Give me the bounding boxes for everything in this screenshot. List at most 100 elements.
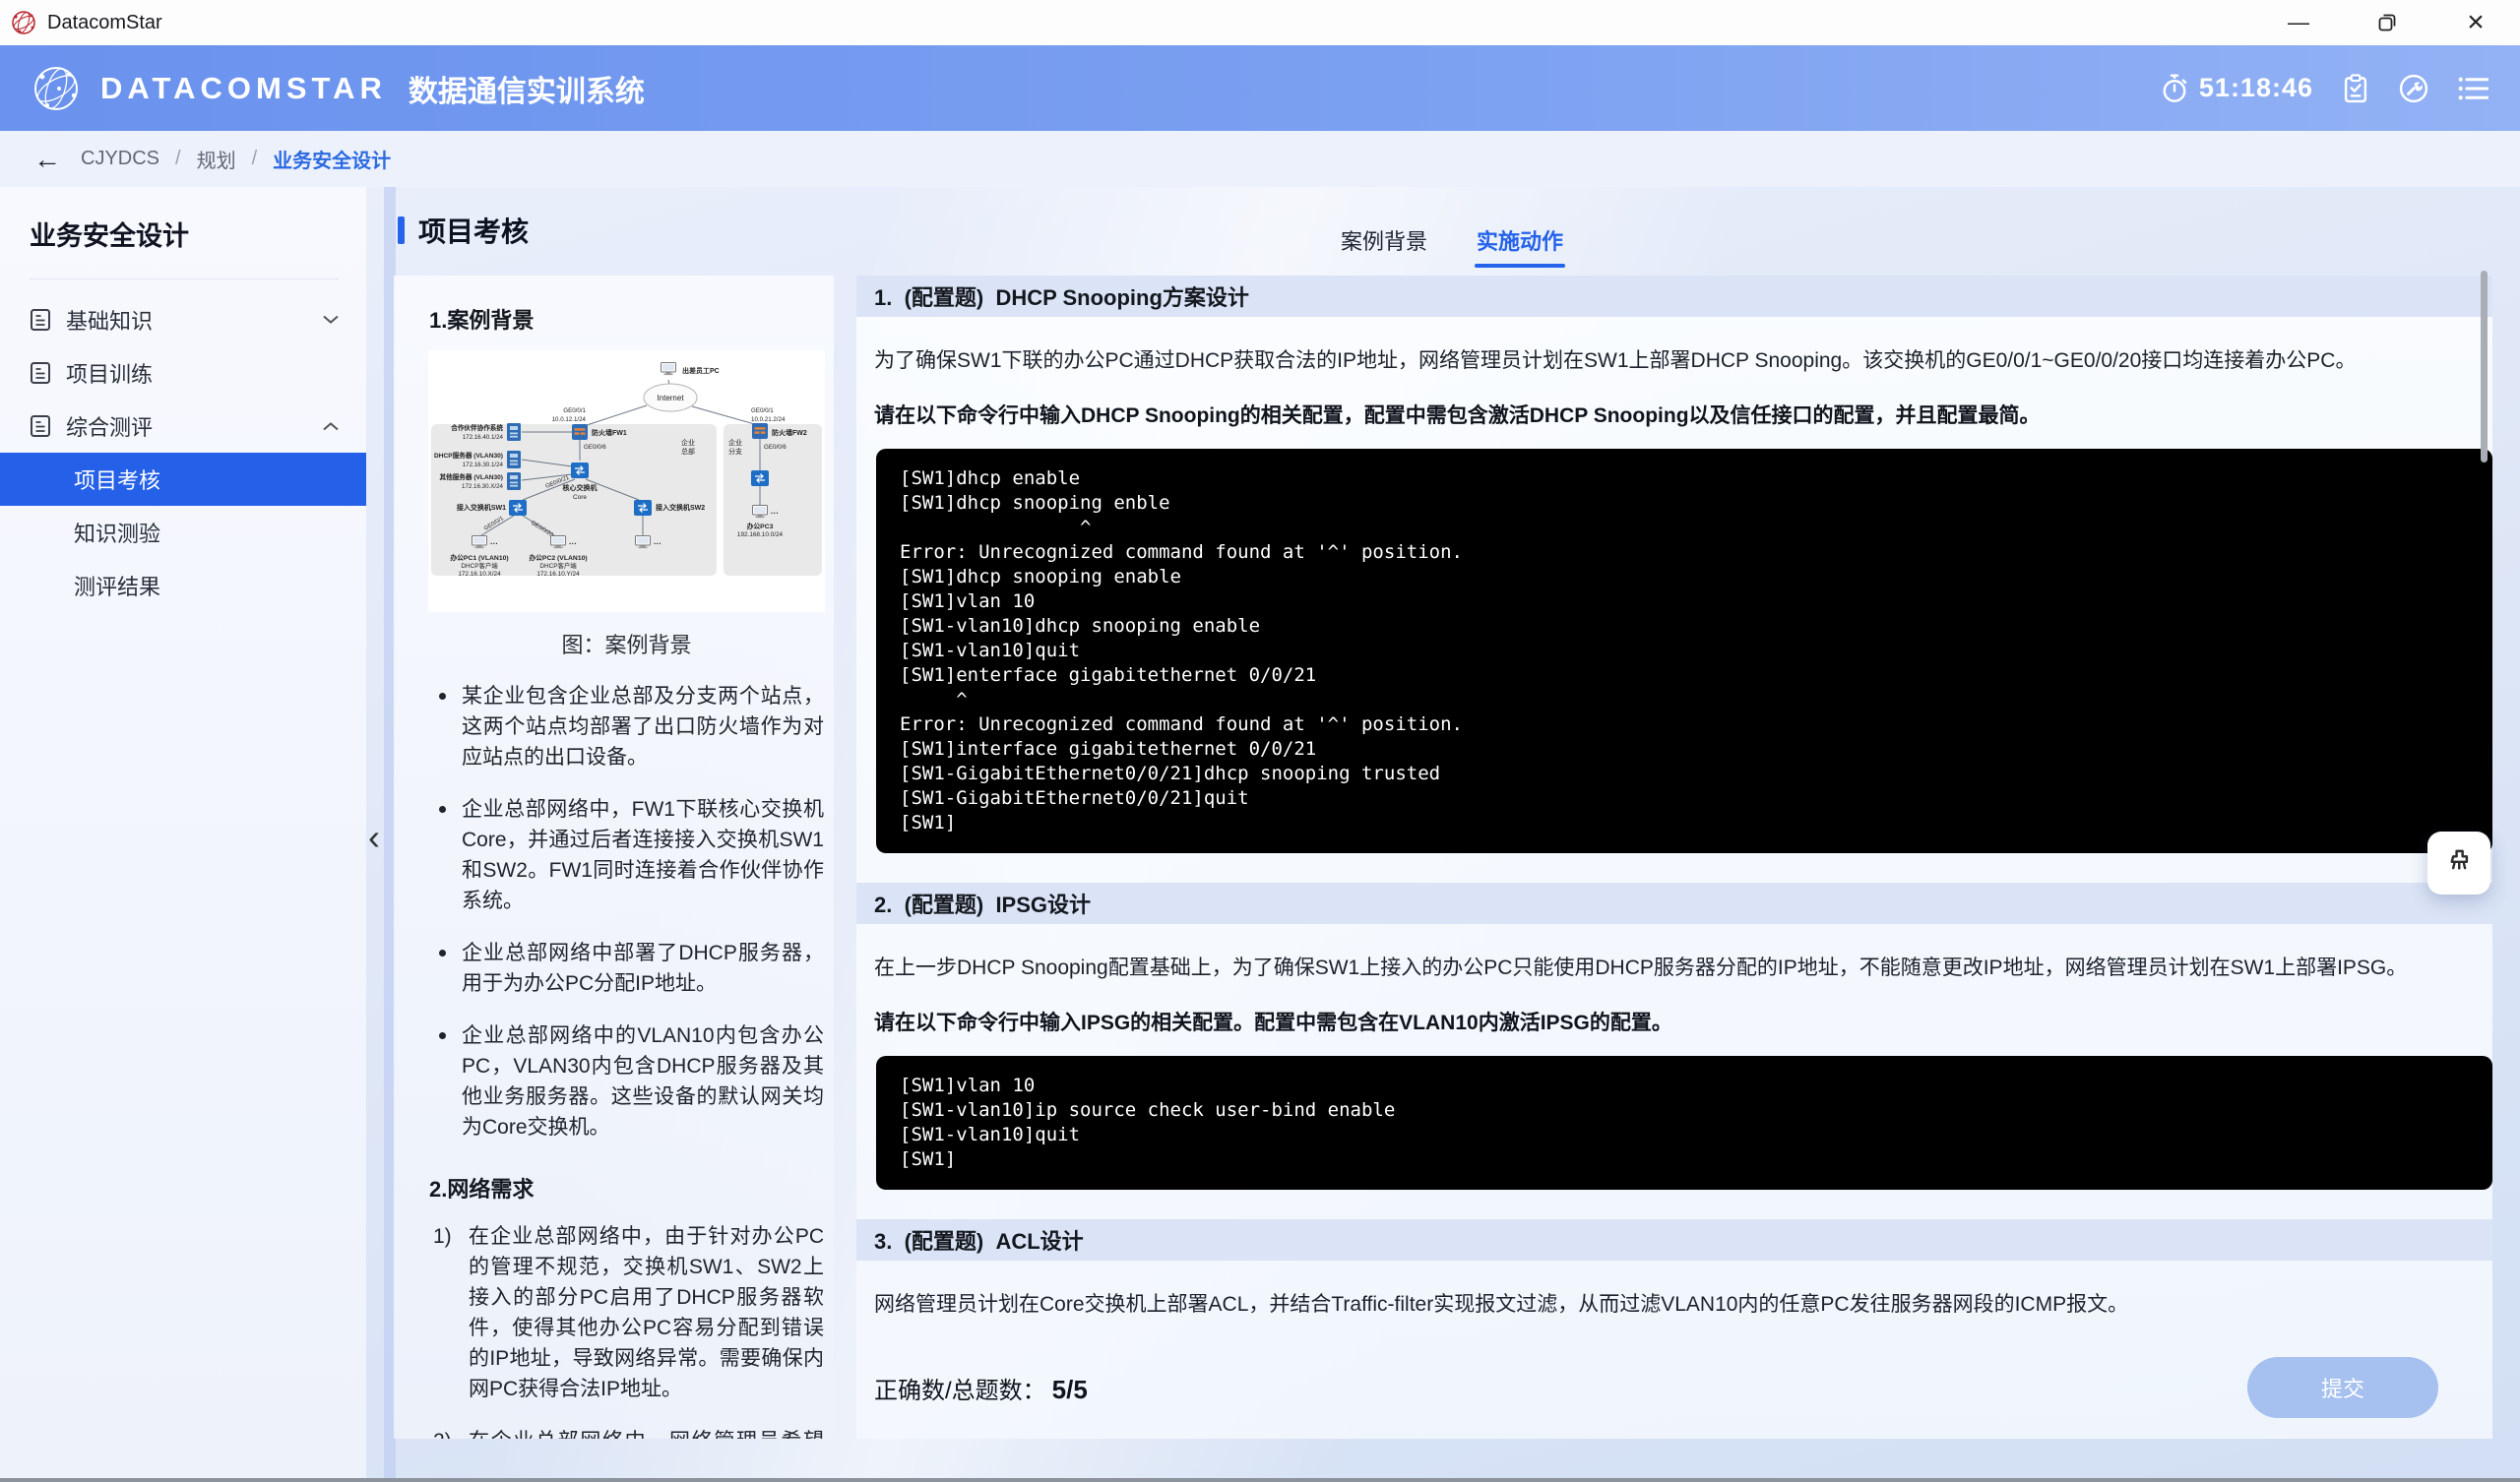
sw1-icon <box>509 500 527 516</box>
case-bullet-list: 某企业包含企业总部及分支两个站点，这两个站点均部署了出口防火墙作为对应站点的出口… <box>437 681 824 1142</box>
broom-icon <box>2442 846 2476 880</box>
pc2-dots: ··· <box>569 539 577 548</box>
sw2-label: 接入交换机SW2 <box>656 503 705 512</box>
core-label: 核心交换机 <box>563 483 598 492</box>
case-bullet: 企业总部网络中的VLAN10内包含办公PC，VLAN30内包含DHCP服务器及其… <box>437 1020 824 1142</box>
sidebar-item-label: 项目训练 <box>66 357 341 389</box>
header-actions: 51:18:46 <box>2160 73 2520 104</box>
case-section-title: 2.网络需求 <box>429 1172 834 1204</box>
timer-value: 51:18:46 <box>2199 73 2313 103</box>
case-topology-diagram: Internet 出差员工PC 防火墙FW1 GE0/0/1 10.0.12.1… <box>428 350 825 612</box>
sidebar-item-assessment[interactable]: 综合测评 <box>0 400 366 453</box>
breadcrumb-current: 业务安全设计 <box>273 145 391 173</box>
fw1-port-down: GE0/0/6 <box>584 444 606 451</box>
collapse-sidebar-handle[interactable]: ‹ <box>362 819 386 856</box>
submit-button[interactable]: 提交 <box>2247 1357 2438 1418</box>
sidebar-item-basics[interactable]: 基础知识 <box>0 293 366 346</box>
sw2-pc-dots: ··· <box>654 539 662 548</box>
core-sublabel: Core <box>573 494 587 501</box>
branch-switch-icon <box>751 470 769 486</box>
sidebar-item-label: 综合测评 <box>66 410 306 442</box>
stopwatch-icon <box>2160 73 2189 104</box>
requirement-item: 2) 在企业总部网络中，网络管理员希望SW1上接入的办公PC只能使用DHCP服务… <box>433 1426 824 1439</box>
brand-name-cn: 数据通信实训系统 <box>409 67 645 110</box>
fw1-label: 防火墙FW1 <box>592 428 627 437</box>
sidebar-item-label: 基础知识 <box>66 304 306 336</box>
fw2-port-down: GE0/0/6 <box>764 444 787 451</box>
fw1-ip: 10.0.12.1/24 <box>552 416 587 423</box>
questions-panel: 1. (配置题) DHCP Snooping方案设计 为了确保SW1下联的办公P… <box>856 276 2492 1439</box>
fw1-port-up: GE0/0/1 <box>563 407 586 414</box>
case-section-title: 1.案例背景 <box>429 303 834 335</box>
document-icon <box>30 414 51 438</box>
question-3-intro: 网络管理员计划在Core交换机上部署ACL，并结合Traffic-filter实… <box>874 1288 2473 1318</box>
os-titlebar: DatacomStar — × <box>0 0 2520 46</box>
view-tabs: 案例背景 实施动作 <box>1339 224 1565 268</box>
document-icon <box>30 361 51 385</box>
question-1-heading: 1. (配置题) DHCP Snooping方案设计 <box>856 276 2492 317</box>
score-value: 5/5 <box>1052 1375 1088 1404</box>
brand-globe-icon <box>30 62 83 115</box>
core-switch-icon <box>571 463 589 478</box>
dhcp-server-icon <box>507 451 521 468</box>
minimize-button[interactable]: — <box>2254 0 2343 45</box>
terminal-console-2[interactable]: [SW1]vlan 10 [SW1-vlan10]ip source check… <box>876 1056 2492 1190</box>
breadcrumb-separator: / <box>252 148 258 170</box>
partner-label: 合作伙伴协作系统 <box>450 423 503 432</box>
scrollbar-thumb[interactable] <box>2481 271 2488 463</box>
sidebar-subitem-results[interactable]: 测评结果 <box>0 559 366 612</box>
topology-svg: Internet 出差员工PC 防火墙FW1 GE0/0/1 10.0.12.1… <box>428 350 825 612</box>
back-button[interactable]: ← <box>30 146 65 173</box>
pc2-label: 办公PC2 (VLAN10) <box>529 553 587 562</box>
exam-footer: 正确数/总题数：5/5 提交 <box>874 1357 2438 1418</box>
wrench-icon <box>2398 73 2429 104</box>
branch-zone-label-2: 分支 <box>728 447 742 456</box>
dhcp-server-label: DHCP服务器 (VLAN30) <box>434 451 503 460</box>
fw2-port-up: GE0/0/1 <box>751 407 774 414</box>
case-bullet: 企业总部网络中部署了DHCP服务器，用于为办公PC分配IP地址。 <box>437 938 824 999</box>
sidebar-subitem-project-exam[interactable]: 项目考核 <box>0 453 366 506</box>
other-server-icon <box>507 472 521 490</box>
document-icon <box>30 308 51 332</box>
terminal-console-1[interactable]: [SW1]dhcp enable [SW1]dhcp snooping enbl… <box>876 449 2492 853</box>
breadcrumb-item[interactable]: 规划 <box>197 145 236 173</box>
restore-button[interactable] <box>2343 0 2431 45</box>
pc3-label: 办公PC3 <box>747 522 774 530</box>
heading-accent-bar <box>398 216 405 244</box>
menu-list-button[interactable] <box>2457 75 2488 102</box>
app-header: DATACOMSTAR 数据通信实训系统 51:18:46 <box>0 45 2520 131</box>
sidebar-subitem-knowledge-quiz[interactable]: 知识测验 <box>0 506 366 559</box>
clear-console-button[interactable] <box>2427 832 2490 895</box>
other-server-ip: 172.16.30.X/24 <box>462 483 504 490</box>
requirement-number: 1) <box>433 1221 469 1404</box>
sidebar: 业务安全设计 基础知识 项目训练 <box>0 187 366 1482</box>
main-body: 业务安全设计 基础知识 项目训练 <box>0 187 2520 1482</box>
report-button[interactable] <box>2341 73 2370 104</box>
brand-name: DATACOMSTAR <box>100 71 387 106</box>
chevron-down-icon <box>321 314 341 326</box>
fw2-label: 防火墙FW2 <box>772 428 807 437</box>
list-icon <box>2457 75 2488 102</box>
window-controls: — × <box>2254 0 2520 45</box>
pc1-sublabel: DHCP客户端 <box>461 561 498 570</box>
question-2-intro: 在上一步DHCP Snooping配置基础上，为了确保SW1上接入的办公PC只能… <box>874 952 2473 981</box>
breadcrumb-item[interactable]: CJYDCS <box>81 148 159 170</box>
app-logo-icon <box>10 9 37 36</box>
case-bullet: 企业总部网络中，FW1下联核心交换机Core，并通过后者连接接入交换机SW1和S… <box>437 794 824 916</box>
brand: DATACOMSTAR 数据通信实训系统 <box>0 62 645 115</box>
case-background-panel: 1.案例背景 <box>394 276 834 1439</box>
close-button[interactable]: × <box>2431 0 2520 45</box>
tab-implementation[interactable]: 实施动作 <box>1475 224 1565 268</box>
sidebar-item-training[interactable]: 项目训练 <box>0 346 366 400</box>
partner-server-icon <box>507 423 521 441</box>
app-window: DatacomStar — × DATACOMSTAR <box>0 0 2520 1482</box>
tab-case-background[interactable]: 案例背景 <box>1339 224 1429 268</box>
remote-pc-icon <box>662 363 676 376</box>
chevron-up-icon <box>321 420 341 432</box>
score-summary: 正确数/总题数：5/5 <box>874 1371 1088 1405</box>
sw1-label: 接入交换机SW1 <box>457 503 506 512</box>
remote-pc-label: 出差员工PC <box>682 366 720 375</box>
tools-button[interactable] <box>2398 73 2429 104</box>
report-icon <box>2341 73 2370 104</box>
exam-timer: 51:18:46 <box>2160 73 2313 104</box>
